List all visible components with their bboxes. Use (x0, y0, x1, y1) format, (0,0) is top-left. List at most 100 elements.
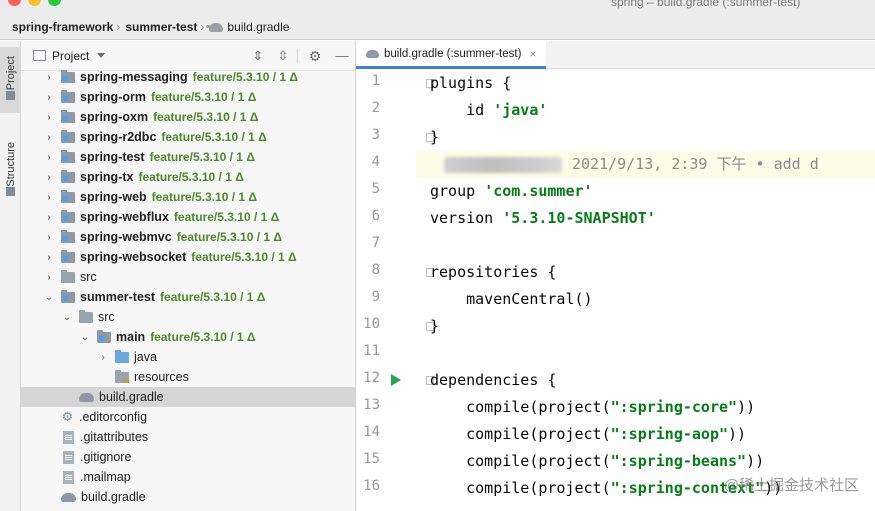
vcs-branch-label: feature/5.3.10 / 1 Δ (151, 190, 258, 204)
chevron-right-icon[interactable]: › (43, 272, 55, 283)
tree-row[interactable]: › spring-orm feature/5.3.10 / 1 Δ (21, 87, 356, 107)
tree-row[interactable]: › spring-webmvc feature/5.3.10 / 1 Δ (21, 227, 356, 247)
collapse-all-icon[interactable]: ⇳ (275, 48, 291, 64)
project-view-selector[interactable]: Project (52, 49, 89, 63)
tree-row[interactable]: › spring-webflux feature/5.3.10 / 1 Δ (21, 207, 356, 227)
string-literal: 'java' (493, 101, 548, 119)
chevron-down-icon[interactable]: ⌄ (79, 332, 91, 343)
tree-row[interactable]: build.gradle (21, 487, 356, 507)
tree-row[interactable]: › java (21, 347, 356, 367)
module-folder-icon (61, 89, 75, 103)
code-line: compile(project(":spring-beans")) (430, 448, 875, 475)
gear-icon[interactable]: ⚙ (307, 48, 323, 64)
tree-row[interactable]: .mailmap (21, 467, 356, 487)
header-divider (297, 49, 298, 63)
project-tool-tab-label: Project (4, 56, 17, 91)
close-icon[interactable]: × (529, 47, 536, 61)
line-number: 1 (371, 73, 380, 89)
window-title: spring – build.gradle (:summer-test) (611, 0, 801, 9)
code-token: version (430, 209, 503, 227)
tree-item-label: spring-messaging (80, 70, 188, 84)
module-folder-icon (61, 129, 75, 143)
chevron-right-icon[interactable]: › (43, 72, 55, 83)
editor-tab-bar: build.gradle (:summer-test) × (356, 41, 875, 69)
close-window-button[interactable] (8, 0, 21, 6)
chevron-right-icon[interactable]: › (43, 112, 55, 123)
code-line: 2021/9/13, 2:39 下午 • add d (430, 151, 875, 178)
code-line: compile(project(":spring-aop")) (430, 421, 875, 448)
breadcrumb-item-file[interactable]: build.gradle (206, 20, 289, 34)
line-number: 10 (363, 316, 380, 332)
tree-row[interactable]: .gitattributes (21, 427, 356, 447)
chevron-right-icon[interactable]: › (43, 212, 55, 223)
editor-tab-build-gradle[interactable]: build.gradle (:summer-test) × (356, 41, 547, 69)
run-gutter-icon[interactable] (391, 374, 401, 386)
minimize-icon[interactable]: — (334, 48, 350, 64)
tree-row[interactable]: .gitignore (21, 447, 356, 467)
code-line: plugins { (430, 70, 875, 97)
chevron-down-icon[interactable]: ⌄ (61, 312, 73, 323)
string-literal: ":spring-aop" (610, 425, 729, 443)
tree-row[interactable]: › src (21, 267, 356, 287)
tree-row[interactable]: resources (21, 367, 356, 387)
chevron-right-icon[interactable]: › (43, 92, 55, 103)
vcs-branch-label: feature/5.3.10 / 1 Δ (192, 70, 299, 84)
gradle-elephant-icon (61, 492, 76, 502)
minimize-window-button[interactable] (28, 0, 41, 6)
chevron-down-icon[interactable] (97, 53, 106, 58)
tree-row[interactable]: ⌄ src (21, 307, 356, 327)
chevron-down-icon[interactable]: ⌄ (43, 292, 55, 303)
tree-row[interactable]: › spring-messaging feature/5.3.10 / 1 Δ (21, 67, 356, 87)
tree-item-label: spring-r2dbc (80, 130, 157, 144)
tree-row[interactable]: › spring-oxm feature/5.3.10 / 1 Δ (21, 107, 356, 127)
code-line: version '5.3.10-SNAPSHOT' (430, 205, 875, 232)
code-text-area[interactable]: plugins { id 'java'} 2021/9/13, 2:39 下午 •… (430, 70, 875, 511)
chevron-right-icon[interactable]: › (43, 252, 55, 263)
tree-row[interactable]: › spring-tx feature/5.3.10 / 1 Δ (21, 167, 356, 187)
tree-item-label: build.gradle (81, 490, 146, 504)
tree-row[interactable]: ⌄ summer-test feature/5.3.10 / 1 Δ (21, 287, 356, 307)
project-tool-tab[interactable]: Project (0, 47, 21, 113)
gear-icon: ⚙ (61, 409, 74, 424)
code-line: id 'java' (430, 97, 875, 124)
tree-row[interactable]: › spring-r2dbc feature/5.3.10 / 1 Δ (21, 127, 356, 147)
chevron-right-icon[interactable]: › (43, 152, 55, 163)
line-number-gutter[interactable]: 1 2 3 4 5 6 7 8 9 10 11 12 13 14 15 16 (356, 70, 434, 511)
editor-tab-label: build.gradle (:summer-test) (384, 47, 522, 60)
line-number: 8 (371, 262, 380, 278)
line-number: 9 (371, 289, 380, 305)
breadcrumb-item-project[interactable]: spring-framework (12, 20, 113, 34)
tree-row[interactable]: › spring-web feature/5.3.10 / 1 Δ (21, 187, 356, 207)
vcs-branch-label: feature/5.3.10 / 1 Δ (150, 90, 257, 104)
tree-row[interactable]: › spring-websocket feature/5.3.10 / 1 Δ (21, 247, 356, 267)
tree-item-label: .mailmap (80, 470, 131, 484)
chevron-right-icon[interactable]: › (97, 352, 109, 363)
chevron-right-icon[interactable]: › (43, 132, 55, 143)
code-line: mavenCentral() (430, 286, 875, 313)
tree-row[interactable]: › spring-test feature/5.3.10 / 1 Δ (21, 147, 356, 167)
vcs-branch-label: feature/5.3.10 / 1 Δ (173, 210, 280, 224)
tree-item-label: .gitattributes (80, 430, 149, 444)
line-number: 15 (363, 451, 380, 467)
zoom-window-button[interactable] (48, 0, 61, 6)
code-token: )) (737, 398, 756, 416)
tree-row[interactable]: ⌄ main feature/5.3.10 / 1 Δ (21, 327, 356, 347)
chevron-right-icon[interactable]: › (43, 192, 55, 203)
tree-item-label: src (98, 310, 115, 324)
structure-tool-tab[interactable]: Structure (0, 123, 21, 219)
tree-item-label: spring-tx (80, 170, 134, 184)
tree-row[interactable]: build.gradle (21, 387, 356, 407)
tree-item-label: src (80, 270, 97, 284)
source-folder-icon (115, 349, 129, 363)
title-bar: spring – build.gradle (:summer-test) spr… (0, 0, 875, 40)
expand-all-icon[interactable]: ⇕ (250, 48, 266, 64)
watermark: @稀土掘金技术社区 (723, 477, 859, 494)
tree-item-label: summer-test (80, 290, 156, 304)
chevron-right-icon[interactable]: › (43, 172, 55, 183)
tree-row[interactable]: ⚙ .editorconfig (21, 407, 356, 427)
text-file-icon (63, 450, 74, 464)
breadcrumb-separator: › (200, 20, 205, 34)
resources-folder-icon (115, 369, 129, 383)
breadcrumb-item-module[interactable]: summer-test (125, 20, 197, 34)
chevron-right-icon[interactable]: › (43, 232, 55, 243)
